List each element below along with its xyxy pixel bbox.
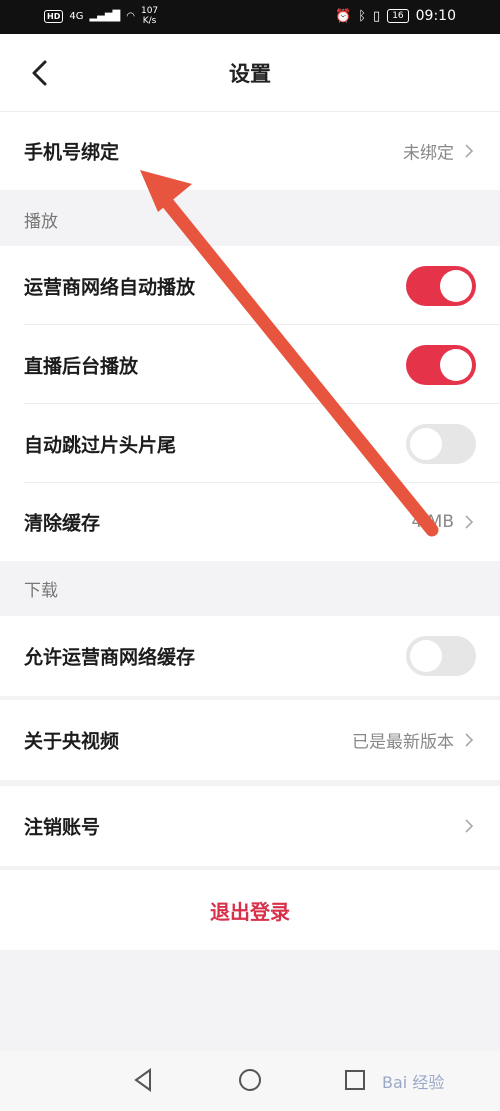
clock: 09:10 xyxy=(415,8,456,24)
skip-intro-label: 自动跳过片头片尾 xyxy=(24,434,177,456)
live-background-toggle[interactable] xyxy=(406,344,476,385)
hd-badge: HD xyxy=(44,9,64,23)
toggle-knob xyxy=(440,348,472,381)
section-header-playback: 播放 xyxy=(24,212,58,232)
toggle-knob xyxy=(410,427,442,460)
bluetooth-icon: ᛒ xyxy=(358,8,367,24)
version-status-value: 已是最新版本 xyxy=(352,732,454,753)
about-label: 关于央视频 xyxy=(24,730,120,753)
logout-button[interactable]: 退出登录 xyxy=(0,896,500,925)
phone-binding-row[interactable]: 手机号绑定 未绑定 xyxy=(0,112,500,190)
network-speed: 107 K/s xyxy=(141,6,158,26)
carrier-autoplay-row: 运营商网络自动播放 xyxy=(0,246,500,325)
chevron-right-icon xyxy=(465,515,474,529)
chevron-right-icon xyxy=(465,733,474,747)
live-background-label: 直播后台播放 xyxy=(24,355,139,377)
battery-icon: 16 xyxy=(387,9,409,23)
back-triangle-icon[interactable] xyxy=(128,1065,158,1095)
wifi-icon: ◠ xyxy=(126,10,135,22)
status-left: HD 4G ▂▄▆█ ◠ 107 K/s xyxy=(44,6,158,26)
deregister-label: 注销账号 xyxy=(24,816,101,839)
carrier-cache-row: 允许运营商网络缓存 xyxy=(0,616,500,696)
status-bar: HD 4G ▂▄▆█ ◠ 107 K/s ⏰ ᛒ ▯ 16 09:10 xyxy=(0,0,500,34)
toggle-knob xyxy=(410,640,442,672)
watermark: Bai 经验 xyxy=(382,1073,445,1092)
cache-size-value: 4.MB xyxy=(411,512,454,532)
home-circle-icon[interactable] xyxy=(235,1065,265,1095)
chevron-right-icon xyxy=(465,819,474,833)
toggle-knob xyxy=(440,269,472,302)
page-header: 设置 xyxy=(0,34,500,112)
signal-bars-icon: ▂▄▆█ xyxy=(89,10,121,22)
system-nav-bar: Bai 经验 xyxy=(0,1051,500,1111)
recents-square-icon[interactable] xyxy=(340,1065,370,1095)
vibrate-icon: ▯ xyxy=(373,8,381,24)
alarm-icon: ⏰ xyxy=(335,8,352,24)
deregister-row[interactable]: 注销账号 xyxy=(0,786,500,866)
live-background-row: 直播后台播放 xyxy=(0,325,500,404)
speed-unit: K/s xyxy=(142,16,157,26)
section-header-download: 下载 xyxy=(24,581,58,601)
about-row[interactable]: 关于央视频 已是最新版本 xyxy=(0,700,500,780)
skip-intro-toggle[interactable] xyxy=(406,423,476,464)
logout-row[interactable]: 退出登录 xyxy=(0,870,500,950)
page-title: 设置 xyxy=(229,62,271,86)
carrier-cache-label: 允许运营商网络缓存 xyxy=(24,646,196,669)
clear-cache-row[interactable]: 清除缓存 4.MB xyxy=(0,483,500,561)
signal-label: 4G xyxy=(69,10,84,22)
phone-binding-value: 未绑定 xyxy=(403,143,454,164)
carrier-cache-toggle[interactable] xyxy=(406,636,476,676)
skip-intro-row: 自动跳过片头片尾 xyxy=(0,404,500,483)
carrier-autoplay-toggle[interactable] xyxy=(406,265,476,306)
phone-binding-label: 手机号绑定 xyxy=(24,141,120,164)
clear-cache-label: 清除缓存 xyxy=(24,512,101,535)
carrier-autoplay-label: 运营商网络自动播放 xyxy=(24,276,196,298)
speed-value: 107 xyxy=(140,6,159,16)
chevron-right-icon xyxy=(465,144,474,158)
status-right: ⏰ ᛒ ▯ 16 09:10 xyxy=(335,8,456,24)
